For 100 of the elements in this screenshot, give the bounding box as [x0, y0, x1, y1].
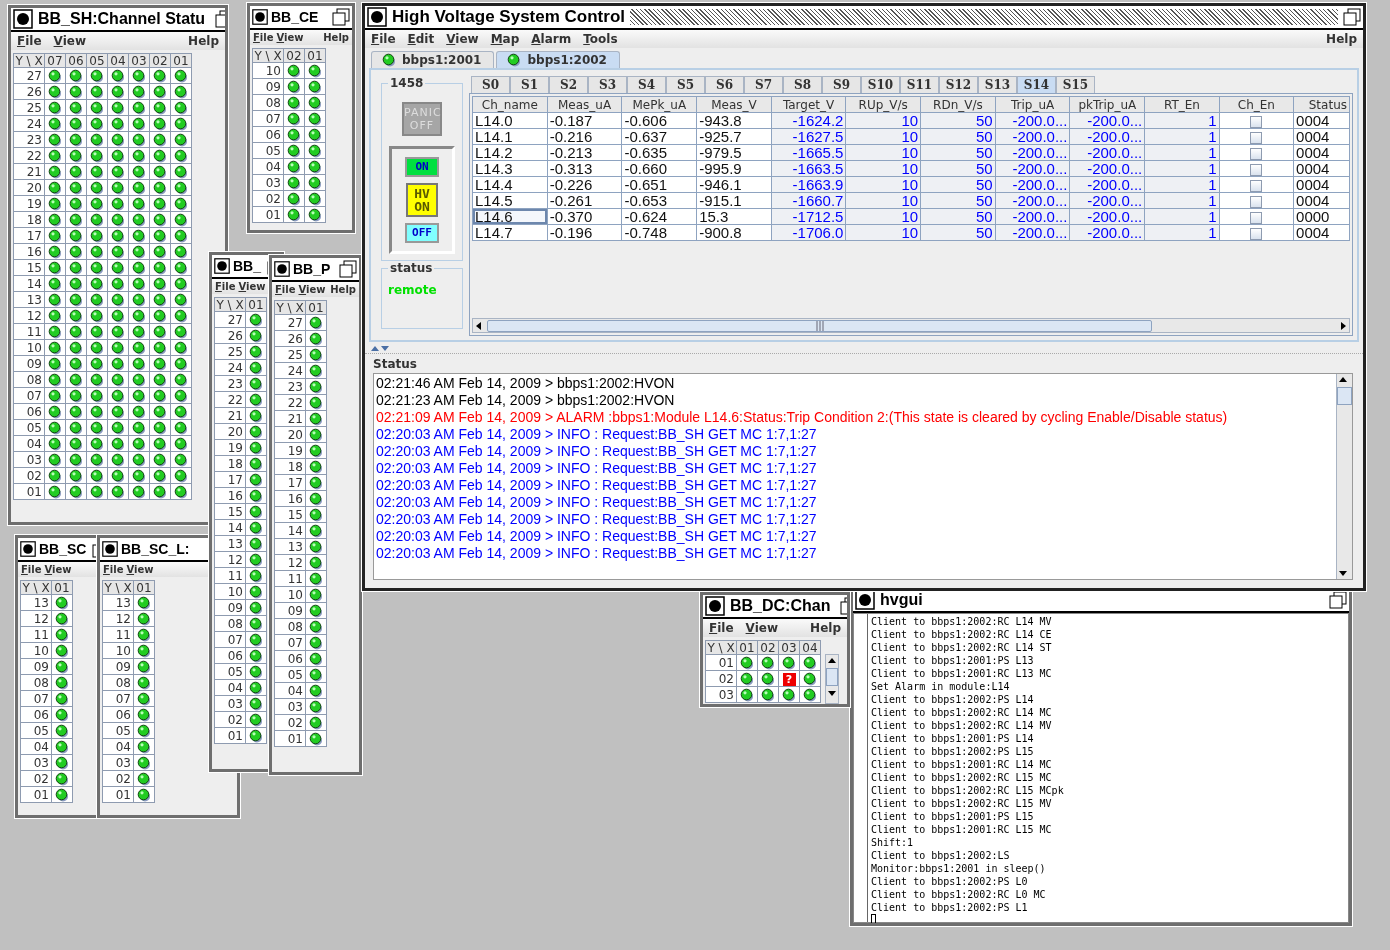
slot-tab[interactable]: S6 [705, 76, 744, 93]
alarm-indicator: ? [782, 672, 796, 686]
power-button[interactable]: ON [405, 157, 439, 177]
section-label: Status [372, 356, 418, 373]
slot-tab[interactable]: S15 [1056, 76, 1095, 93]
window-menu-icon[interactable] [13, 9, 33, 29]
column-header: Y \ X [13, 53, 45, 68]
power-button[interactable]: OFF [405, 223, 439, 243]
checkbox[interactable] [1250, 212, 1263, 225]
scrollbar[interactable] [1336, 374, 1352, 579]
menu-item[interactable]: Help [330, 284, 356, 295]
menu-item[interactable]: View [238, 281, 266, 292]
window-menu-icon[interactable] [855, 590, 875, 610]
checkbox[interactable] [1250, 132, 1263, 145]
column-header[interactable]: Target_V [771, 96, 846, 113]
grip-icon [815, 320, 824, 331]
column-header: 01 [305, 300, 327, 315]
slot-tab[interactable]: S13 [978, 76, 1017, 93]
window-menu-icon[interactable] [274, 261, 290, 277]
host-tab[interactable]: bbps1:2002 [496, 51, 620, 68]
slot-tab[interactable]: S8 [783, 76, 822, 93]
maximize-icon[interactable] [332, 8, 350, 26]
checkbox[interactable] [1250, 116, 1263, 129]
checkbox[interactable] [1250, 196, 1263, 209]
column-header[interactable]: Status [1293, 96, 1350, 113]
menu-item[interactable]: File [103, 564, 124, 575]
menu-item[interactable]: File [17, 34, 42, 48]
menu-item[interactable]: File [215, 281, 236, 292]
column-header[interactable]: Meas_uA [547, 96, 622, 113]
menu-item[interactable]: Tools [583, 32, 618, 46]
checkbox[interactable] [1250, 180, 1263, 193]
slot-tab[interactable]: S14 [1017, 76, 1056, 93]
menu-item[interactable]: File [371, 32, 396, 46]
power-button[interactable]: HV ON [406, 183, 438, 217]
checkbox[interactable] [1250, 148, 1263, 161]
window-menu-icon[interactable] [20, 541, 36, 557]
slot-tab[interactable]: S2 [549, 76, 588, 93]
scrollbar[interactable] [825, 654, 839, 704]
checkbox[interactable] [1250, 228, 1263, 241]
column-header[interactable]: Meas_V [696, 96, 772, 113]
window-menu-icon[interactable] [214, 258, 230, 274]
menu-item[interactable]: Edit [407, 32, 435, 46]
menu-item[interactable]: View [44, 564, 72, 575]
column-header[interactable]: MePk_uA [621, 96, 697, 113]
column-header: Y \ X [214, 297, 246, 312]
slot-tab[interactable]: S0 [471, 76, 510, 93]
window-menu-icon[interactable] [102, 541, 118, 557]
column-header[interactable]: Ch_name [472, 96, 548, 113]
column-header[interactable]: RT_En [1144, 96, 1220, 113]
column-header[interactable]: Trip_uA [995, 96, 1070, 113]
column-header[interactable]: RDn_V/s [920, 96, 996, 113]
host-tab[interactable]: bbps1:2001 [371, 51, 495, 68]
column-header[interactable]: RUp_V/s [845, 96, 921, 113]
menu-item[interactable]: View [446, 32, 479, 46]
window-menu-icon[interactable] [705, 596, 725, 616]
slot-tab[interactable]: S7 [744, 76, 783, 93]
slot-tab[interactable]: S4 [627, 76, 666, 93]
menu-item[interactable]: File [21, 564, 42, 575]
maximize-icon[interactable] [1343, 8, 1361, 26]
menu-item[interactable]: Help [1326, 32, 1357, 46]
scrollbar[interactable] [472, 318, 1350, 333]
menu-item[interactable]: Help [810, 621, 841, 635]
column-header: Y \ X [102, 580, 134, 595]
menu-item[interactable]: View [126, 564, 154, 575]
slot-tab[interactable]: S1 [510, 76, 549, 93]
console-line: Client to bbps1:2002:RC L14 MV [871, 615, 1053, 628]
menu-item[interactable]: View [53, 34, 86, 48]
console-line: Client to bbps1:2002:PS L15 [871, 745, 1035, 758]
slot-tab[interactable]: S10 [861, 76, 900, 93]
menu-item[interactable]: Alarm [531, 32, 572, 46]
column-header[interactable]: pkTrip_uA [1069, 96, 1145, 113]
column-header: Y \ X [705, 640, 737, 655]
menu-item[interactable]: View [298, 284, 326, 295]
column-header[interactable]: Ch_En [1219, 96, 1294, 113]
menu-item[interactable]: View [745, 621, 778, 635]
slot-tab[interactable]: S5 [666, 76, 705, 93]
window-menu-icon[interactable] [252, 9, 268, 25]
slot-tab[interactable]: S11 [900, 76, 939, 93]
log-line: 02:20:03 AM Feb 14, 2009 > INFO : Request:BB_SH GET MC 1:7,1:27 [376, 443, 818, 460]
scroll-thumb[interactable] [487, 319, 1152, 332]
menu-item[interactable]: File [253, 32, 274, 43]
menu-item[interactable]: View [276, 32, 304, 43]
scroll-thumb[interactable] [826, 668, 838, 686]
window-menu-icon[interactable] [367, 7, 387, 27]
menu-item[interactable]: File [709, 621, 734, 635]
maximize-icon[interactable] [1329, 591, 1347, 609]
menu-item[interactable]: Map [490, 32, 520, 46]
scroll-thumb[interactable] [1337, 387, 1352, 405]
slot-tab[interactable]: S3 [588, 76, 627, 93]
slot-tab[interactable]: S12 [939, 76, 978, 93]
menu-item[interactable]: Help [323, 32, 349, 43]
log-line: 02:20:03 AM Feb 14, 2009 > INFO : Request:BB_SH GET MC 1:7,1:27 [376, 494, 818, 511]
maximize-icon[interactable] [339, 260, 357, 278]
menu-item[interactable]: File [275, 284, 296, 295]
menu-item[interactable]: Help [188, 34, 219, 48]
console-line: Client to bbps1:2002:PS L0 [871, 875, 1029, 888]
console-line: Client to bbps1:2001:RC L13 MC [871, 667, 1053, 680]
slot-tab[interactable]: S9 [822, 76, 861, 93]
splitter-arrows-icon[interactable] [369, 343, 391, 352]
checkbox[interactable] [1250, 164, 1263, 177]
